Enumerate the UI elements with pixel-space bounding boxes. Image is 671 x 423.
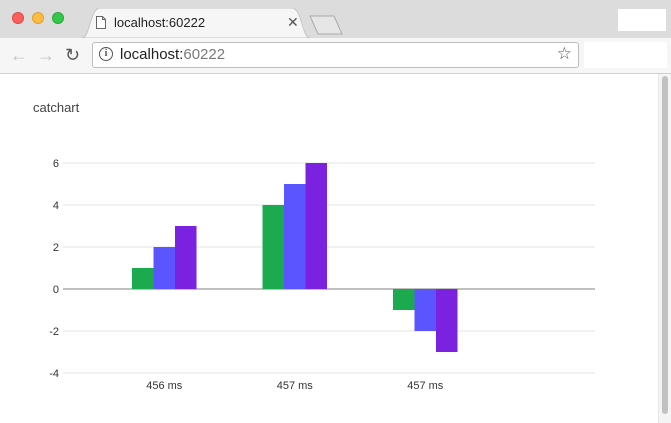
bar bbox=[393, 289, 415, 310]
y-tick-label: 4 bbox=[53, 200, 59, 212]
bar bbox=[414, 289, 436, 331]
bar bbox=[262, 205, 284, 289]
x-tick-label: 456 ms bbox=[146, 380, 183, 392]
y-tick-label: -4 bbox=[49, 368, 59, 380]
x-tick-label: 457 ms bbox=[277, 380, 314, 392]
y-tick-label: 0 bbox=[53, 284, 59, 296]
y-tick-label: 2 bbox=[53, 242, 59, 254]
scrollbar-thumb[interactable] bbox=[662, 76, 668, 414]
x-tick-label: 457 ms bbox=[407, 380, 444, 392]
bar bbox=[284, 184, 306, 289]
bar bbox=[175, 226, 197, 289]
bar bbox=[153, 247, 175, 289]
y-tick-label: -2 bbox=[49, 326, 59, 338]
bar bbox=[305, 163, 327, 289]
bar bbox=[132, 268, 154, 289]
scrollbar[interactable] bbox=[658, 74, 671, 423]
bar bbox=[436, 289, 458, 352]
y-tick-label: 6 bbox=[53, 158, 59, 170]
bar-chart: 6 4 2 0 -2 -4 456 ms 457 ms 457 ms bbox=[49, 158, 595, 392]
